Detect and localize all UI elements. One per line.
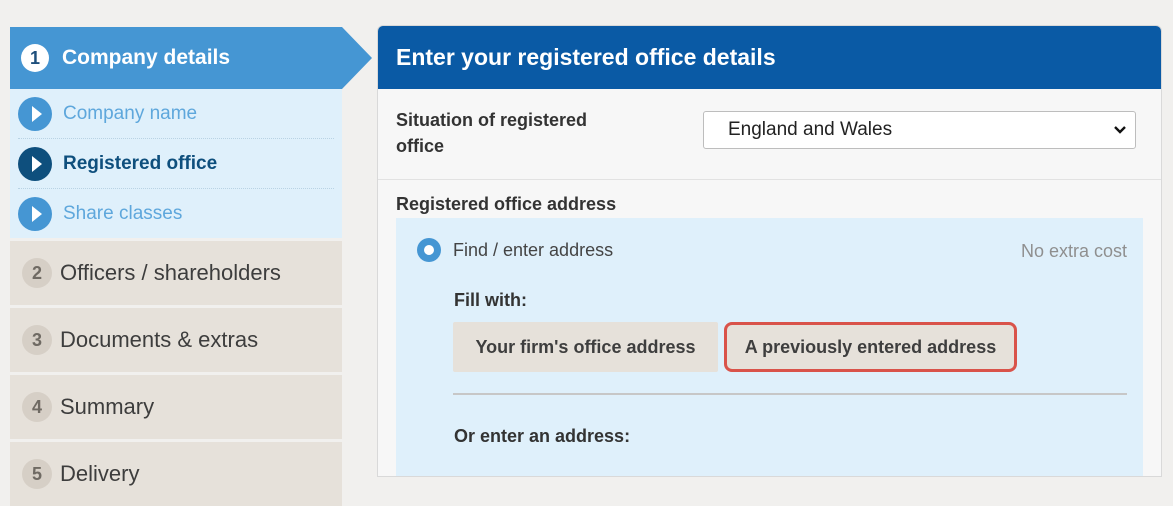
panel-title: Enter your registered office details <box>378 26 1161 89</box>
chevron-down-icon <box>1113 118 1127 148</box>
step-label: Documents & extras <box>60 327 259 352</box>
previous-address-button[interactable]: A previously entered address <box>724 322 1017 372</box>
fill-with-label: Fill with: <box>454 290 527 310</box>
step-label: Summary <box>60 394 155 419</box>
situation-label: Situation of registered office <box>396 110 588 156</box>
no-extra-cost-note: No extra cost <box>1020 241 1127 261</box>
address-options-box: Find / enter address No extra cost Fill … <box>396 218 1143 476</box>
step-label: Company details <box>62 46 231 69</box>
substep-company-name[interactable]: Company name <box>18 89 334 139</box>
or-enter-address-label: Or enter an address: <box>454 426 631 446</box>
address-section-label: Registered office address <box>396 194 617 214</box>
play-circle-icon <box>18 96 52 131</box>
substep-list: Company name Registered office Share cla… <box>10 89 342 238</box>
find-address-label: Find / enter address <box>453 239 614 260</box>
step-number-badge: 1 <box>21 44 49 72</box>
step-company-details[interactable]: 1 Company details <box>10 27 372 89</box>
find-address-option[interactable]: Find / enter address <box>417 238 613 262</box>
substep-registered-office[interactable]: Registered office <box>18 139 334 189</box>
firm-office-address-button[interactable]: Your firm's office address <box>453 322 718 372</box>
step-number-badge: 5 <box>22 459 52 489</box>
step-label: Officers / shareholders <box>60 260 281 285</box>
substep-label: Registered office <box>63 152 218 174</box>
step-summary[interactable]: 4 Summary <box>10 375 342 439</box>
step-officers-shareholders[interactable]: 2 Officers / shareholders <box>10 241 342 305</box>
situation-row: Situation of registered office England a… <box>378 89 1161 180</box>
step-number-badge: 3 <box>22 325 52 355</box>
step-documents-extras[interactable]: 3 Documents & extras <box>10 308 342 372</box>
play-circle-icon <box>18 196 52 231</box>
radio-selected-icon[interactable] <box>417 238 441 262</box>
play-circle-icon <box>18 146 52 181</box>
substep-label: Share classes <box>63 202 183 224</box>
step-number-badge: 4 <box>22 392 52 422</box>
substep-share-classes[interactable]: Share classes <box>18 189 334 238</box>
registered-office-panel: Enter your registered office details Sit… <box>377 25 1162 477</box>
progress-sidebar: 1 Company details Company name Registere… <box>10 27 372 506</box>
substep-label: Company name <box>63 102 198 124</box>
situation-selected-value: England and Wales <box>728 119 893 140</box>
divider <box>453 393 1127 395</box>
step-number-badge: 2 <box>22 258 52 288</box>
step-delivery[interactable]: 5 Delivery <box>10 442 342 506</box>
situation-select[interactable]: England and Wales <box>703 111 1136 149</box>
